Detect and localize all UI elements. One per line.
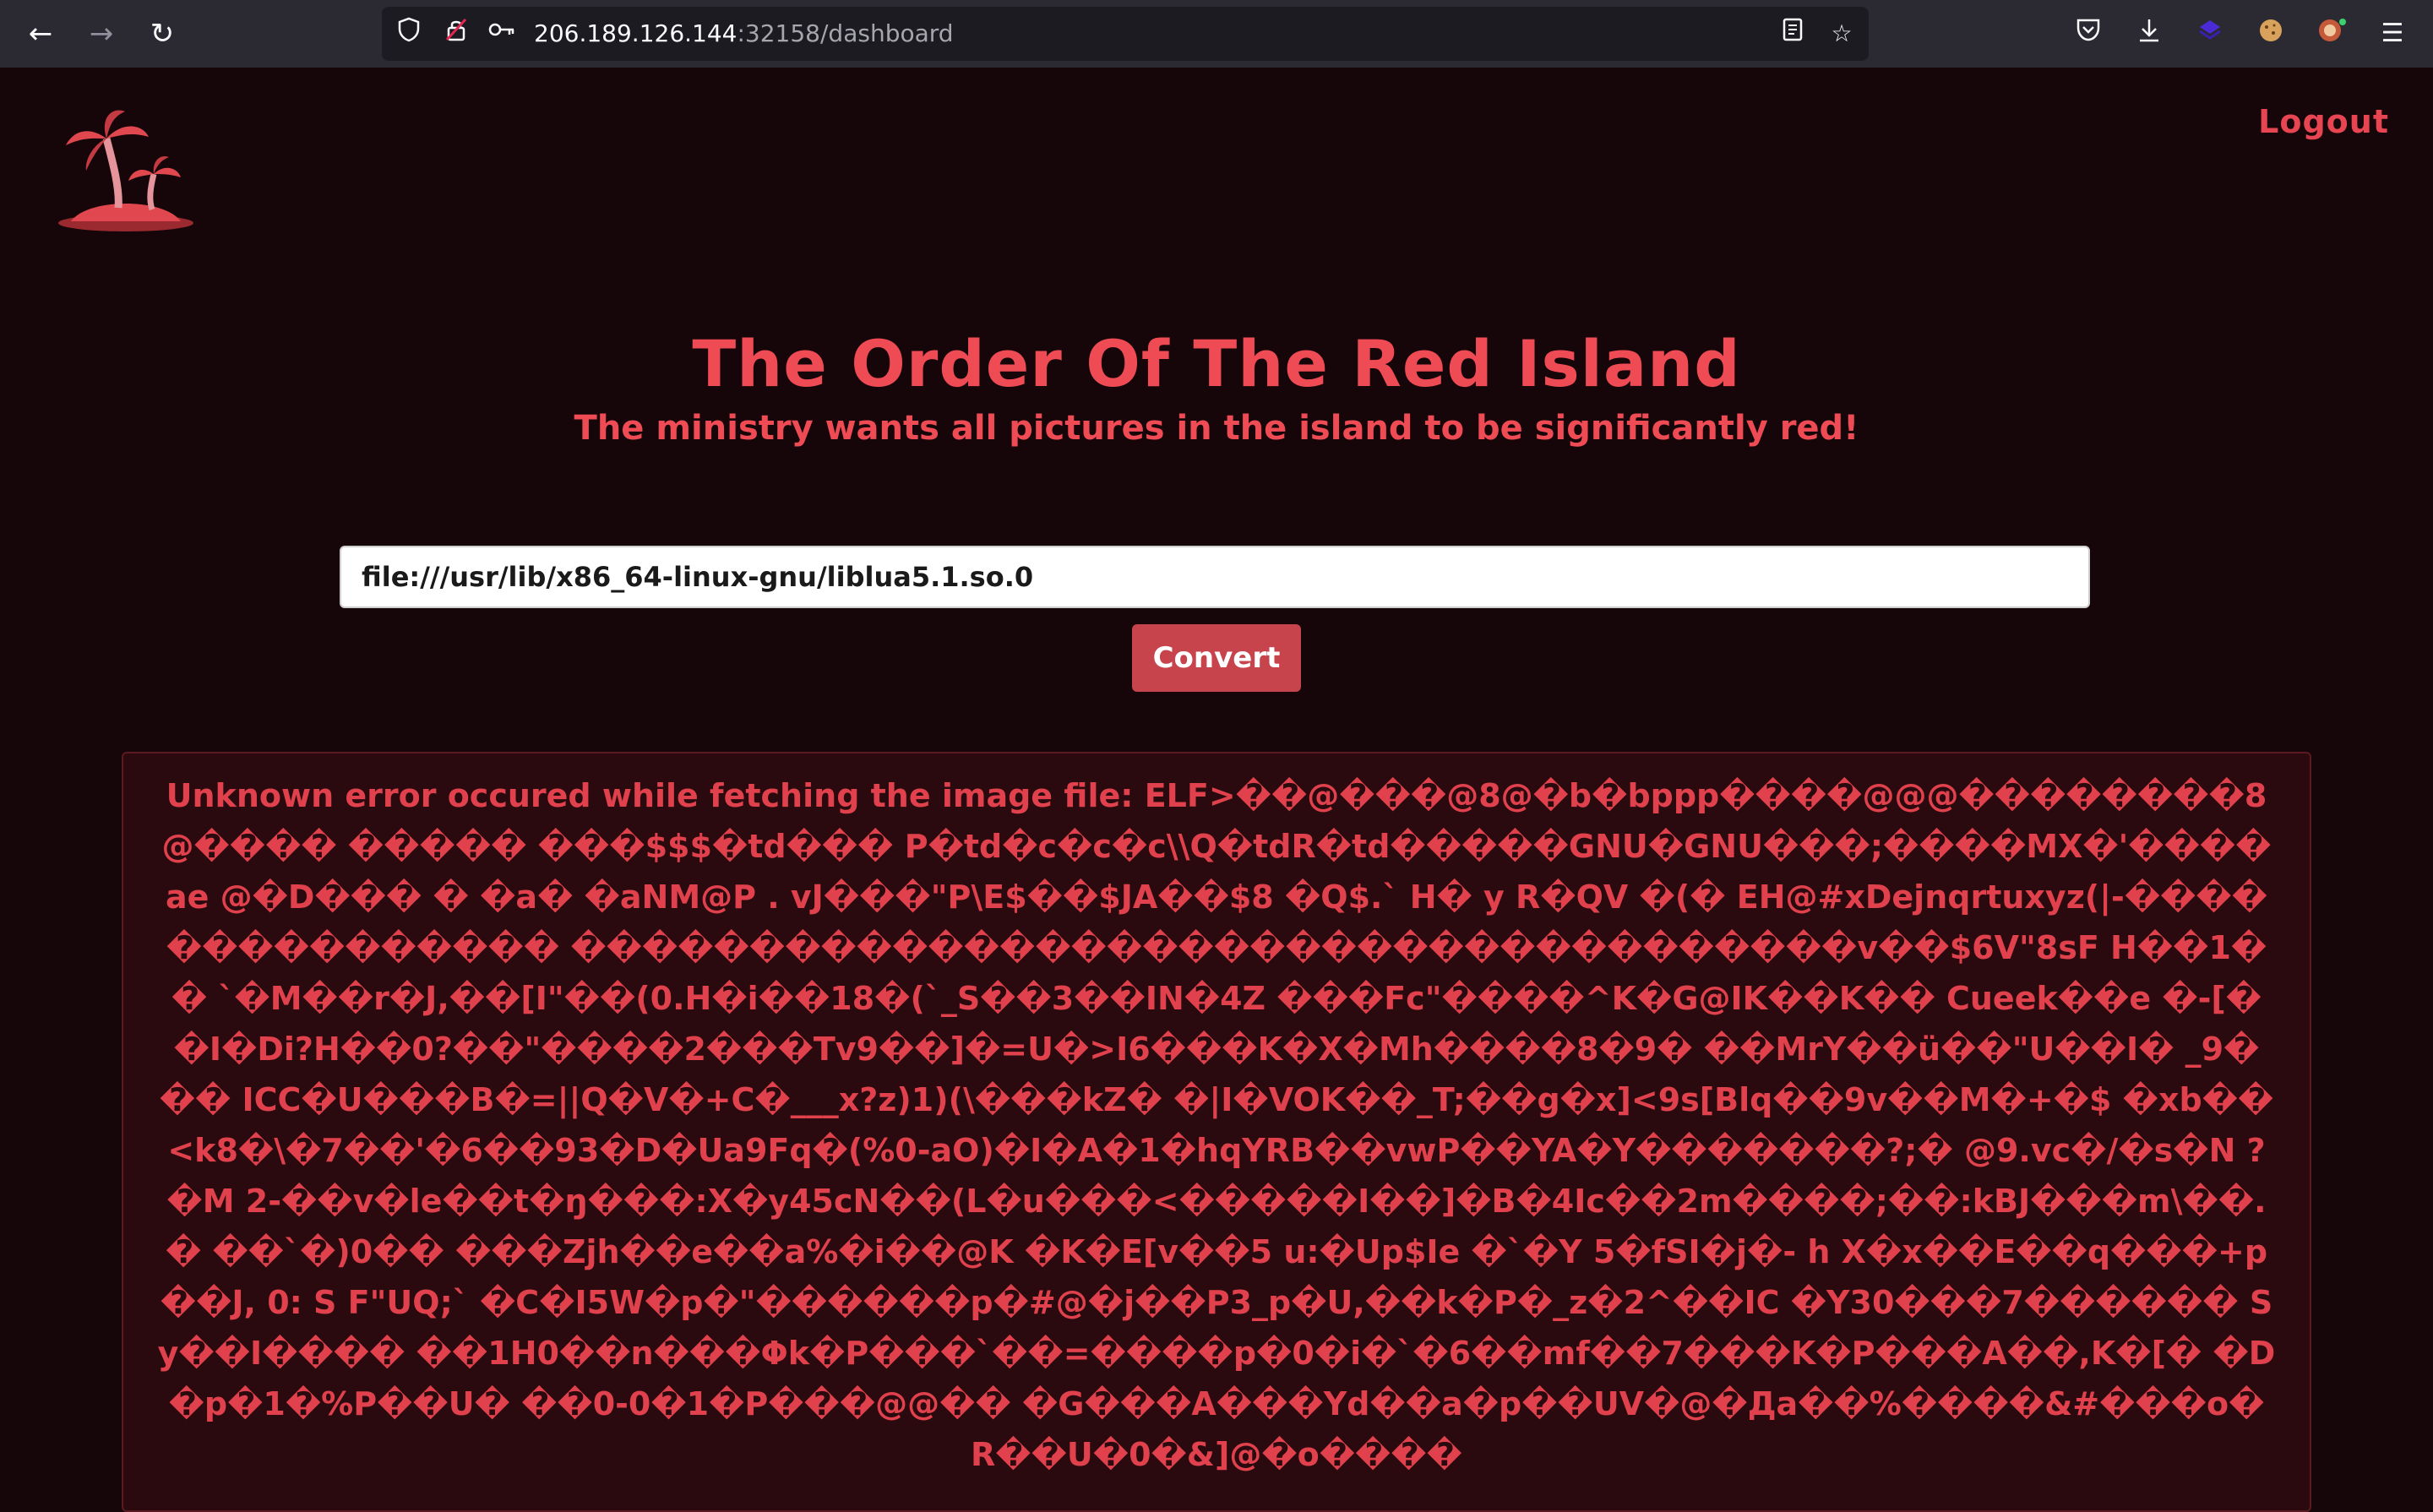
reader-view-icon[interactable] (1776, 17, 1810, 51)
url-host: 206.189.126.144 (534, 19, 738, 47)
error-output-text: Unknown error occured while fetching the… (157, 777, 2276, 1473)
page-title: The Order Of The Red Island (692, 326, 1741, 401)
profile-extension-icon[interactable] (2315, 17, 2349, 51)
url-path: :32158/dashboard (737, 19, 954, 47)
insecure-lock-icon[interactable] (439, 17, 473, 51)
dashboard-page: Logout The Order Of The Red Island The m… (0, 68, 2433, 1512)
image-url-input[interactable] (340, 546, 2090, 608)
page-subtitle: The ministry wants all pictures in the i… (574, 409, 1859, 448)
star-icon[interactable]: ☆ (1825, 17, 1859, 51)
key-icon[interactable] (485, 17, 519, 51)
back-arrow-icon[interactable]: ← (24, 17, 57, 51)
reload-icon[interactable]: ↻ (145, 17, 179, 51)
hamburger-menu-icon[interactable]: ☰ (2376, 17, 2409, 51)
url-text[interactable]: 206.189.126.144:32158/dashboard (534, 7, 954, 61)
extension-icon[interactable] (2193, 17, 2227, 51)
pocket-icon[interactable] (2071, 17, 2105, 51)
error-output-box: Unknown error occured while fetching the… (122, 752, 2311, 1512)
forward-arrow-icon[interactable]: → (84, 17, 118, 51)
palm-island-logo (54, 105, 198, 240)
shield-icon[interactable] (392, 17, 426, 51)
browser-toolbar: ← → ↻ 206.189.126.144:32158/dashboard ☆ … (0, 0, 2433, 68)
cookie-extension-icon[interactable] (2254, 17, 2288, 51)
download-icon[interactable] (2132, 17, 2166, 51)
address-bar[interactable]: 206.189.126.144:32158/dashboard ☆ (382, 7, 1869, 61)
logout-link[interactable]: Logout (2258, 103, 2389, 140)
convert-button[interactable]: Convert (1132, 624, 1301, 692)
